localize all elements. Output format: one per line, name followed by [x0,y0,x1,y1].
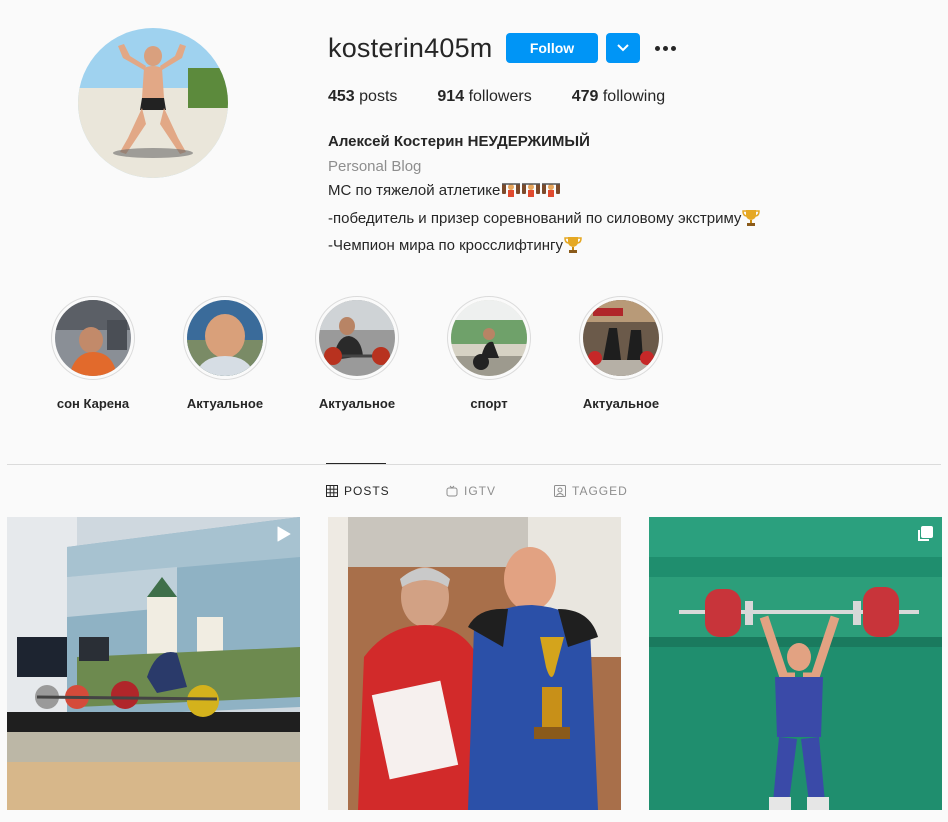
highlight-cover [55,300,131,376]
igtv-icon [446,485,458,497]
active-tab-indicator [326,463,386,464]
weightlifter-emoji-icon [501,180,561,207]
tab-tagged[interactable]: TAGGED [554,484,628,498]
profile-avatar [78,28,228,178]
follow-button[interactable]: Follow [506,33,598,63]
highlight-item[interactable]: Актуальное [180,296,270,411]
highlight-label: сон Карена [56,396,130,411]
more-options-icon[interactable] [652,36,678,60]
profile-username: kosterin405m [328,33,493,63]
highlight-label: Актуальное [582,396,660,411]
highlight-item[interactable]: сон Карена [48,296,138,411]
carousel-icon [918,526,933,541]
profile-category: Personal Blog [328,157,422,175]
tabs-divider [7,464,941,465]
trophy-icon [564,235,582,262]
highlight-cover [319,300,395,376]
following-stat[interactable]: 479 following [572,88,665,106]
profile-full-name: Алексей Костерин НЕУДЕРЖИМЫЙ [328,133,590,150]
suggested-dropdown-button[interactable] [606,33,640,63]
tab-igtv[interactable]: IGTV [446,484,496,498]
highlight-cover [187,300,263,376]
post-thumbnail[interactable] [7,517,300,810]
tagged-icon [554,485,566,497]
profile-stats: 453 posts 914 followers 479 following [328,88,705,106]
video-icon [277,526,291,542]
tab-posts[interactable]: POSTS [326,484,390,498]
highlight-cover [451,300,527,376]
highlight-label: Актуальное [186,396,264,411]
highlight-item[interactable]: спорт [444,296,534,411]
post-thumbnail[interactable] [328,517,621,810]
trophy-icon [742,208,761,235]
highlight-cover [583,300,659,376]
highlight-item[interactable]: Актуальное [312,296,402,411]
bio-line: -Чемпион мира по кросслифтингу [328,234,760,262]
chevron-down-icon [617,44,629,52]
highlight-item[interactable]: Актуальное [576,296,666,411]
posts-stat: 453 posts [328,88,398,105]
highlight-label: Актуальное [318,396,396,411]
highlight-label: спорт [470,396,508,411]
followers-stat[interactable]: 914 followers [437,88,531,106]
profile-bio: Алексей Костерин НЕУДЕРЖИМЫЙ Personal Bl… [328,130,761,262]
bio-line: -победитель и призер соревнований по сил… [328,207,761,235]
bio-line: МС по тяжелой атлетике [328,179,760,207]
grid-icon [326,485,338,497]
post-thumbnail[interactable] [649,517,942,810]
